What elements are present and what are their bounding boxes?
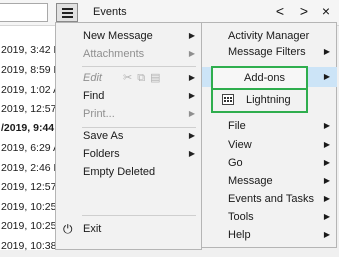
chevron-right-icon: ▶ bbox=[323, 47, 330, 56]
list-item[interactable]: 2019, 1:02 AM bbox=[0, 80, 57, 101]
search-input[interactable] bbox=[0, 3, 48, 22]
list-item[interactable]: 2019, 12:57 AM bbox=[0, 177, 57, 198]
chevron-right-icon: ▶ bbox=[323, 194, 330, 203]
list-item[interactable]: 2019, 12:57 AM bbox=[0, 99, 57, 120]
menu-item-help[interactable]: Help ▶ bbox=[202, 225, 337, 245]
chevron-right-icon: ▶ bbox=[188, 73, 195, 82]
chevron-right-icon: ▶ bbox=[188, 31, 195, 40]
menu-item-events-and-tasks[interactable]: Events and Tasks ▶ bbox=[202, 189, 337, 209]
close-tab-button[interactable]: × bbox=[319, 3, 333, 19]
add-ons-label: Add-ons bbox=[244, 72, 285, 84]
menu-item-folders[interactable]: Folders ▶ bbox=[56, 144, 202, 164]
chevron-right-icon: ▶ bbox=[323, 140, 330, 149]
edit-icons: ✂⧉▤ bbox=[123, 72, 166, 84]
list-item[interactable]: 2019, 3:42 PM bbox=[0, 40, 57, 61]
menu-item-file[interactable]: File ▶ bbox=[202, 116, 337, 136]
list-item[interactable]: 2019, 10:38 AM bbox=[0, 236, 57, 257]
list-item[interactable]: 2019, 6:29 AM bbox=[0, 138, 57, 159]
chevron-right-icon: ▶ bbox=[188, 91, 195, 100]
power-icon: ⏻ bbox=[63, 222, 73, 236]
menu-item-view[interactable]: View ▶ bbox=[202, 135, 337, 155]
next-button[interactable]: > bbox=[297, 3, 311, 19]
chevron-right-icon: ▶ bbox=[323, 212, 330, 221]
menu-item-go[interactable]: Go ▶ bbox=[202, 153, 337, 173]
menu-item-print[interactable]: Print... ▶ bbox=[56, 104, 202, 124]
list-item[interactable]: 2019, 10:25 AM bbox=[0, 197, 57, 218]
add-ons-highlight[interactable]: Add-ons bbox=[211, 66, 308, 90]
list-item[interactable]: 2019, 10:25 AM bbox=[0, 216, 57, 237]
list-item[interactable]: 2019, 8:59 PM bbox=[0, 60, 57, 81]
chevron-right-icon: ▶ bbox=[323, 158, 330, 167]
menu-separator bbox=[82, 215, 196, 216]
chevron-right-icon: ▶ bbox=[188, 49, 195, 58]
list-item[interactable]: /2019, 9:44 AM bbox=[0, 118, 57, 139]
menu-item-message-filters[interactable]: Message Filters ▶ bbox=[202, 42, 337, 62]
message-list[interactable]: 2019, 3:42 PM 2019, 8:59 PM 2019, 1:02 A… bbox=[0, 26, 57, 252]
chevron-right-icon: ▶ bbox=[323, 176, 330, 185]
app-menu: New Message ▶ Attachments ▶ Edit ✂⧉▤ ▶ F… bbox=[55, 22, 202, 250]
menu-item-empty-deleted[interactable]: Empty Deleted bbox=[56, 162, 202, 182]
menu-separator bbox=[82, 66, 196, 67]
menu-item-tools[interactable]: Tools ▶ bbox=[202, 207, 337, 227]
list-item[interactable]: 2019, 2:46 PM bbox=[0, 158, 57, 179]
menu-item-new-message[interactable]: New Message ▶ bbox=[56, 26, 202, 46]
menu-item-exit[interactable]: ⏻ Exit bbox=[56, 219, 202, 239]
chevron-right-icon: ▶ bbox=[323, 230, 330, 239]
tools-submenu: Activity Manager Message Filters ▶ ▶ Fil… bbox=[201, 22, 337, 248]
chevron-right-icon: ▶ bbox=[188, 131, 195, 140]
previous-button[interactable]: < bbox=[273, 3, 287, 19]
chevron-right-icon: ▶ bbox=[323, 121, 330, 130]
chevron-right-icon: ▶ bbox=[188, 149, 195, 158]
app-menu-button[interactable] bbox=[56, 3, 78, 22]
chevron-right-icon: ▶ bbox=[323, 72, 330, 81]
menu-item-find[interactable]: Find ▶ bbox=[56, 86, 202, 106]
menu-item-save-as[interactable]: Save As ▶ bbox=[56, 126, 202, 146]
menu-item-message[interactable]: Message ▶ bbox=[202, 171, 337, 191]
lightning-label: Lightning bbox=[246, 94, 291, 106]
chevron-right-icon: ▶ bbox=[188, 109, 195, 118]
tab-events[interactable]: Events bbox=[93, 6, 127, 18]
calendar-icon bbox=[222, 94, 234, 105]
hamburger-icon bbox=[62, 8, 73, 10]
menu-item-lightning[interactable]: Lightning bbox=[211, 90, 308, 113]
menu-item-edit[interactable]: Edit ✂⧉▤ ▶ bbox=[56, 68, 202, 88]
menu-item-attachments[interactable]: Attachments ▶ bbox=[56, 44, 202, 64]
